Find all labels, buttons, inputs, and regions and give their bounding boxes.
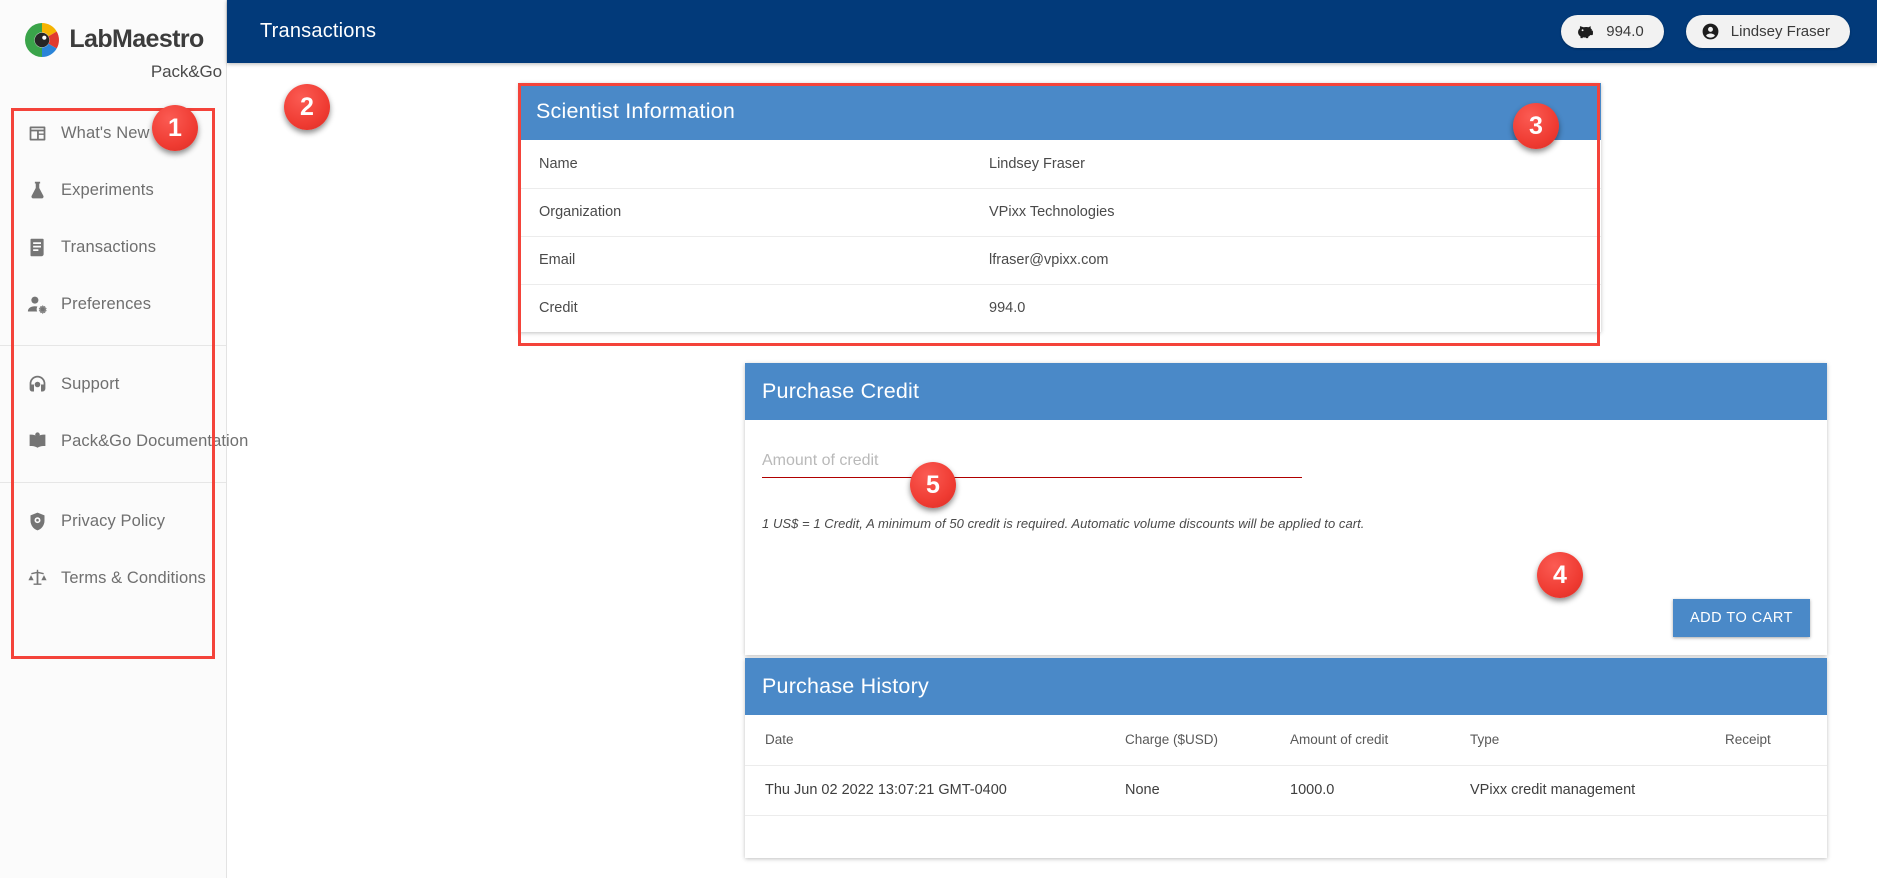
- row-value: Lindsey Fraser: [969, 140, 1601, 188]
- sidebar-item-label: Experiments: [61, 181, 154, 200]
- table-header-row: Date Charge ($USD) Amount of credit Type…: [745, 715, 1827, 765]
- row-label: Organization: [519, 188, 969, 236]
- sidebar-item-preferences[interactable]: Preferences: [0, 276, 226, 333]
- user-menu-pill[interactable]: Lindsey Fraser: [1686, 15, 1850, 48]
- column-header-charge: Charge ($USD): [1105, 715, 1270, 765]
- flask-icon: [27, 180, 48, 201]
- labmaestro-aperture-icon: [22, 20, 62, 60]
- row-value: lfraser@vpixx.com: [969, 236, 1601, 284]
- receipt-icon: [27, 237, 48, 258]
- sidebar-item-support[interactable]: Support: [0, 356, 226, 413]
- sidebar-item-label: Transactions: [61, 238, 156, 257]
- table-row: Name Lindsey Fraser: [519, 140, 1601, 188]
- column-header-receipt: Receipt: [1705, 715, 1827, 765]
- row-label: Email: [519, 236, 969, 284]
- header-actions: 994.0 Lindsey Fraser: [1561, 15, 1850, 48]
- sidebar-item-label: Support: [61, 375, 120, 394]
- cell-amount: 1000.0: [1270, 765, 1450, 815]
- card-title: Purchase Credit: [745, 363, 1827, 420]
- row-label: Name: [519, 140, 969, 188]
- sidebar-item-label: Preferences: [61, 295, 151, 314]
- row-value: 994.0: [969, 284, 1601, 332]
- support-headset-icon: [27, 374, 48, 395]
- sidebar-item-label: Terms & Conditions: [61, 569, 206, 588]
- annotation-badge-5: 5: [910, 462, 956, 508]
- book-open-icon: [27, 431, 48, 452]
- card-title: Scientist Information: [519, 83, 1601, 140]
- main-content-area: Scientist Information Name Lindsey Frase…: [227, 63, 1877, 878]
- table-row: Organization VPixx Technologies: [519, 188, 1601, 236]
- brand-subtitle: Pack&Go: [151, 62, 222, 82]
- table-row-empty: [745, 815, 1827, 860]
- brand-name: LabMaestro: [69, 27, 203, 52]
- table-row: Email lfraser@vpixx.com: [519, 236, 1601, 284]
- scientist-information-card: Scientist Information Name Lindsey Frase…: [519, 83, 1601, 332]
- account-circle-icon: [1701, 22, 1720, 41]
- page-title: Transactions: [260, 20, 376, 43]
- sidebar-item-terms-conditions[interactable]: Terms & Conditions: [0, 550, 226, 607]
- column-header-amount: Amount of credit: [1270, 715, 1450, 765]
- cell-charge: None: [1105, 765, 1270, 815]
- sidebar-item-label: What's New: [61, 124, 150, 143]
- brand-logo[interactable]: LabMaestro Pack&Go: [0, 0, 226, 95]
- account-settings-icon: [27, 294, 48, 315]
- annotation-badge-3: 3: [1513, 103, 1559, 149]
- cell-date: Thu Jun 02 2022 13:07:21 GMT-0400: [745, 765, 1105, 815]
- sidebar-item-label: Privacy Policy: [61, 512, 165, 531]
- app-root: LabMaestro Pack&Go What's New Experiment…: [0, 0, 1877, 878]
- card-title: Purchase History: [745, 658, 1827, 715]
- scales-balance-icon: [27, 568, 48, 589]
- purchase-credit-card: Purchase Credit 1 US$ = 1 Credit, A mini…: [745, 363, 1827, 655]
- newspaper-icon: [27, 123, 48, 144]
- purchase-credit-body: 1 US$ = 1 Credit, A minimum of 50 credit…: [745, 420, 1827, 655]
- sidebar-item-label: Pack&Go Documentation: [61, 432, 248, 451]
- credit-hint-text: 1 US$ = 1 Credit, A minimum of 50 credit…: [762, 516, 1364, 531]
- app-header: Transactions 994.0 Lindsey Fraser: [227, 0, 1877, 63]
- shield-lock-icon: [27, 511, 48, 532]
- column-header-date: Date: [745, 715, 1105, 765]
- annotation-badge-2: 2: [284, 84, 330, 130]
- amount-of-credit-input[interactable]: [762, 448, 1302, 478]
- annotation-badge-1: 1: [152, 105, 198, 151]
- sidebar-item-documentation[interactable]: Pack&Go Documentation: [0, 413, 226, 470]
- sidebar-item-transactions[interactable]: Transactions: [0, 219, 226, 276]
- table-row: Thu Jun 02 2022 13:07:21 GMT-0400 None 1…: [745, 765, 1827, 815]
- credit-balance-pill[interactable]: 994.0: [1561, 15, 1664, 48]
- purchase-history-table: Date Charge ($USD) Amount of credit Type…: [745, 715, 1827, 860]
- piggy-bank-icon: [1576, 22, 1595, 41]
- cell-receipt: [1705, 765, 1827, 815]
- amount-of-credit-field: [762, 448, 1302, 478]
- user-name: Lindsey Fraser: [1731, 23, 1830, 40]
- cell-type: VPixx credit management: [1450, 765, 1705, 815]
- column-header-type: Type: [1450, 715, 1705, 765]
- annotation-badge-4: 4: [1537, 552, 1583, 598]
- purchase-history-card: Purchase History Date Charge ($USD) Amou…: [745, 658, 1827, 858]
- sidebar-group-legal: Privacy Policy Terms & Conditions: [0, 482, 226, 619]
- sidebar-item-privacy-policy[interactable]: Privacy Policy: [0, 493, 226, 550]
- row-value: VPixx Technologies: [969, 188, 1601, 236]
- row-label: Credit: [519, 284, 969, 332]
- scientist-information-table: Name Lindsey Fraser Organization VPixx T…: [519, 140, 1601, 332]
- add-to-cart-button[interactable]: ADD TO CART: [1673, 599, 1810, 637]
- sidebar-group-help: Support Pack&Go Documentation: [0, 345, 226, 482]
- table-row: Credit 994.0: [519, 284, 1601, 332]
- credit-balance-value: 994.0: [1606, 23, 1644, 40]
- sidebar-item-experiments[interactable]: Experiments: [0, 162, 226, 219]
